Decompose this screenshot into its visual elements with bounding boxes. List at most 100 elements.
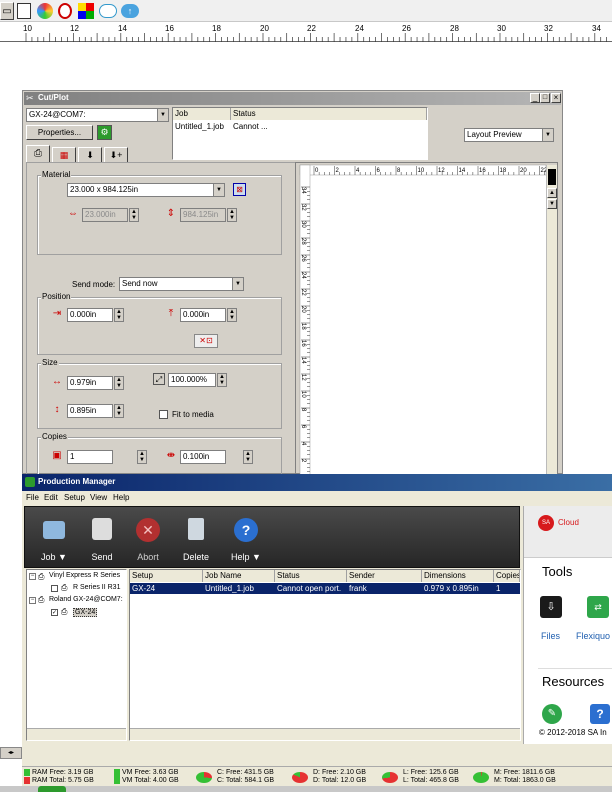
- job-row-name[interactable]: Untitled_1.job: [175, 122, 224, 131]
- preview-vruler-label: 14: [300, 357, 306, 364]
- col-header-dimensions[interactable]: Dimensions: [422, 570, 494, 582]
- tab-advanced[interactable]: ⬇+: [104, 147, 128, 163]
- close-button[interactable]: ×: [551, 93, 561, 103]
- minimize-button[interactable]: _: [530, 93, 540, 103]
- size-width-field[interactable]: 0.979in: [67, 376, 113, 390]
- files-icon[interactable]: ⇩: [540, 596, 562, 618]
- media-width-field: 23.000in: [82, 208, 128, 222]
- document-icon[interactable]: [17, 3, 31, 19]
- preview-vruler-label: 18: [300, 323, 306, 330]
- eyedropper-icon[interactable]: [58, 3, 72, 19]
- delete-button-label: Delete: [182, 552, 209, 562]
- device-select[interactable]: GX-24@COM7: ▼: [26, 108, 169, 122]
- tab-tool[interactable]: ⬇: [78, 147, 102, 163]
- position-x-spinner[interactable]: ▲ ▼: [114, 308, 124, 322]
- tree-group-1[interactable]: Vinyl Express R Series: [49, 572, 120, 579]
- reset-position-button[interactable]: ✕⊡: [194, 334, 218, 348]
- tree-checkbox-checked[interactable]: ✓: [51, 609, 58, 616]
- menu-edit[interactable]: Edit: [44, 493, 58, 502]
- maximize-button[interactable]: □: [540, 93, 550, 103]
- scroll-down-button[interactable]: ▼: [547, 199, 557, 209]
- tab-general[interactable]: ⎙: [26, 145, 50, 163]
- col-header-setup[interactable]: Setup: [130, 570, 203, 582]
- tree-collapse-icon[interactable]: −: [29, 573, 36, 580]
- col-header-job[interactable]: Job: [173, 108, 231, 120]
- cutplot-titlebar[interactable]: ✂ Cut/Plot _ □ ×: [24, 92, 561, 105]
- copies-field[interactable]: 1: [67, 450, 113, 464]
- help-button[interactable]: ? Help ▼: [221, 515, 271, 571]
- material-select[interactable]: 23.000 x 984.125in ▼: [67, 183, 225, 197]
- scroll-up-button[interactable]: ▲: [547, 188, 557, 198]
- scroll-thumb[interactable]: [548, 169, 556, 185]
- tree-item-1[interactable]: R Series II R31: [73, 584, 120, 591]
- size-height-icon: ↕: [54, 404, 60, 415]
- table-row[interactable]: GX-24 Untitled_1.job Cannot open port. f…: [130, 583, 520, 594]
- position-y-value: 0.000in: [183, 310, 210, 319]
- sa-cloud-banner[interactable]: SA Cloud: [524, 506, 612, 558]
- vm-free: VM Free: 3.63 GB: [122, 769, 179, 776]
- pm-titlebar[interactable]: Production Manager: [22, 474, 612, 491]
- material-settings-icon[interactable]: ⊠: [233, 183, 246, 196]
- job-row-status[interactable]: Cannot ...: [233, 122, 268, 131]
- tab-layout[interactable]: ▦: [52, 147, 76, 163]
- job-button[interactable]: Job ▼: [29, 515, 79, 571]
- job-button-label: Job ▼: [41, 552, 67, 562]
- tree-item-2[interactable]: GX-24: [73, 608, 98, 617]
- col-header-status[interactable]: Status: [275, 570, 347, 582]
- c-total: C: Total: 584.1 GB: [217, 777, 275, 784]
- learning-icon[interactable]: ✎: [542, 704, 562, 724]
- help-resource-icon[interactable]: ?: [590, 704, 610, 724]
- menu-help[interactable]: Help: [113, 493, 129, 502]
- flexiquote-label[interactable]: Flexiquo: [576, 631, 610, 641]
- preview-scrollbar[interactable]: ▲ ▼: [546, 165, 557, 475]
- col-header-sender[interactable]: Sender: [347, 570, 422, 582]
- files-label[interactable]: Files: [541, 631, 560, 641]
- send-mode-value: Send now: [122, 279, 158, 288]
- cloud-icon[interactable]: [99, 4, 117, 18]
- col-header-copies[interactable]: Copies: [494, 570, 520, 582]
- fit-to-media-checkbox[interactable]: [159, 410, 168, 419]
- copies-spinner[interactable]: ▲ ▼: [137, 450, 147, 464]
- scale-spinner[interactable]: ▲ ▼: [217, 373, 227, 387]
- tree-checkbox[interactable]: [51, 585, 58, 592]
- menu-setup[interactable]: Setup: [64, 493, 85, 502]
- job-table[interactable]: Job Status Untitled_1.job Cannot ...: [172, 107, 428, 160]
- background-scroll-arrows[interactable]: ◂▸: [0, 747, 22, 759]
- size-height-spinner[interactable]: ▲ ▼: [114, 404, 124, 418]
- menu-view[interactable]: View: [90, 493, 107, 502]
- tree-collapse-icon[interactable]: −: [29, 597, 36, 604]
- cloud-upload-icon[interactable]: ↑: [121, 4, 139, 18]
- spacing-spinner[interactable]: ▲ ▼: [243, 450, 253, 464]
- preview-mode-select[interactable]: Layout Preview ▼: [464, 128, 554, 142]
- size-height-field[interactable]: 0.895in: [67, 404, 113, 418]
- spacing-field[interactable]: 0.100in: [180, 450, 226, 464]
- position-y-field[interactable]: 0.000in: [180, 308, 226, 322]
- menu-file[interactable]: File: [26, 493, 39, 502]
- production-manager-icon[interactable]: ⚙: [97, 125, 112, 140]
- send-mode-select[interactable]: Send now ▼: [119, 277, 244, 291]
- preview-hruler-label: 10: [418, 168, 425, 174]
- position-x-field[interactable]: 0.000in: [67, 308, 113, 322]
- size-width-spinner[interactable]: ▲ ▼: [114, 376, 124, 390]
- taskbar-app-icon[interactable]: [38, 786, 66, 792]
- table-hscrollbar[interactable]: [130, 728, 520, 740]
- help-button-label: Help ▼: [231, 552, 261, 562]
- tree-hscrollbar[interactable]: [27, 728, 126, 740]
- abort-button[interactable]: ✕ Abort: [123, 515, 173, 571]
- palette-icon[interactable]: [37, 3, 53, 19]
- tree-group-2[interactable]: Roland GX-24@COM7:: [49, 596, 123, 603]
- flexiquote-icon[interactable]: ⇄: [587, 596, 609, 618]
- color-grid-icon[interactable]: [78, 3, 94, 19]
- properties-button[interactable]: Properties...: [26, 125, 93, 140]
- preview-hruler-label: 20: [520, 168, 527, 174]
- send-button[interactable]: Send: [77, 515, 127, 571]
- col-header-job-name[interactable]: Job Name: [203, 570, 275, 582]
- scale-field[interactable]: 100.000%: [168, 373, 216, 387]
- position-y-spinner[interactable]: ▲ ▼: [227, 308, 237, 322]
- ruler-label: 16: [165, 24, 174, 33]
- printer-icon[interactable]: ▭: [0, 2, 14, 20]
- ruler-label: 12: [70, 24, 79, 33]
- col-header-status[interactable]: Status: [231, 108, 427, 120]
- cell-sender: frank: [349, 584, 367, 593]
- delete-button[interactable]: Delete: [171, 515, 221, 571]
